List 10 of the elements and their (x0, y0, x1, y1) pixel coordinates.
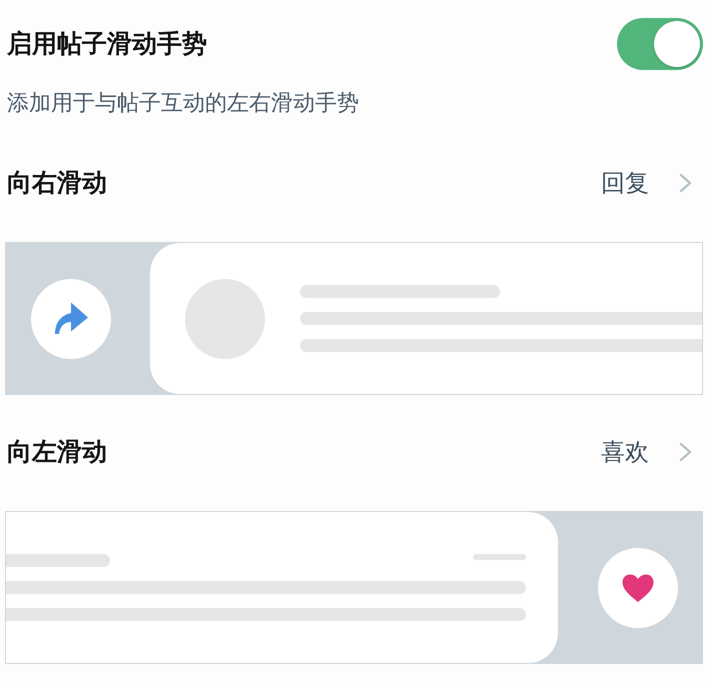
gesture-label: 向右滑动 (7, 167, 108, 199)
action-value[interactable]: 回复 (601, 167, 649, 199)
text-placeholder-line (472, 554, 526, 560)
chevron-right-icon[interactable] (679, 442, 693, 462)
action-value[interactable]: 喜欢 (601, 436, 649, 468)
chevron-right-icon[interactable] (679, 173, 693, 193)
setting-title: 启用帖子滑动手势 (7, 28, 207, 60)
toggle-switch[interactable] (617, 18, 703, 70)
setting-description: 添加用于与帖子互动的左右滑动手势 (7, 90, 360, 118)
gesture-label: 向左滑动 (7, 436, 108, 468)
